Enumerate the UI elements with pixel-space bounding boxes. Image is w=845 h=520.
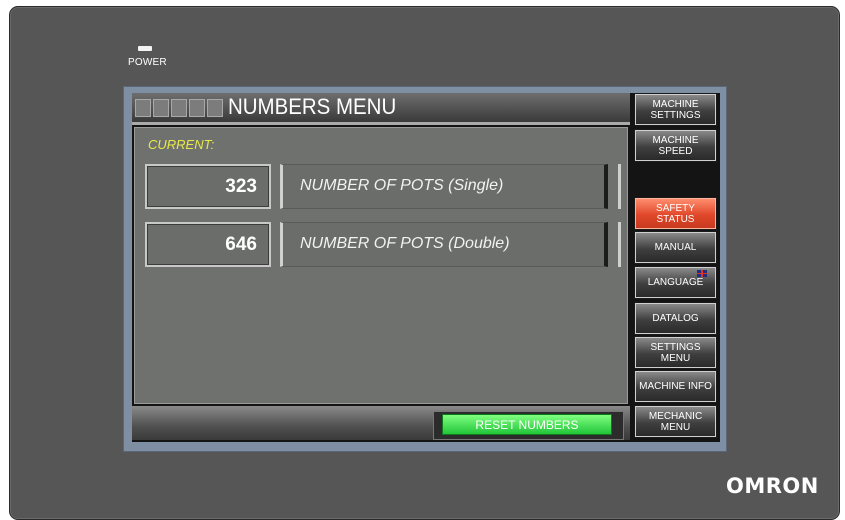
safety-status-button[interactable]: SAFETY STATUS xyxy=(634,197,717,230)
single-pots-label: NUMBER OF POTS (Single) xyxy=(300,177,504,194)
row-divider xyxy=(618,164,621,209)
reset-numbers-button[interactable]: RESET NUMBERS xyxy=(442,414,612,435)
double-pots-value: 646 xyxy=(225,234,257,255)
title-block-icon xyxy=(153,99,169,117)
power-label: POWER xyxy=(128,57,167,68)
machine-settings-button[interactable]: MACHINE SETTINGS xyxy=(634,93,717,126)
power-led-icon xyxy=(138,46,152,51)
single-pots-label-box: NUMBER OF POTS (Single) xyxy=(280,164,608,209)
title-block-icon xyxy=(189,99,205,117)
uk-flag-icon xyxy=(697,270,707,277)
mechanic-menu-button[interactable]: MECHANIC MENU xyxy=(634,405,717,438)
single-pots-value-box: 323 xyxy=(145,164,271,209)
title-divider xyxy=(132,122,630,125)
single-pots-value: 323 xyxy=(225,176,257,197)
current-label: CURRENT: xyxy=(148,137,215,152)
title-block-icon xyxy=(207,99,223,117)
title-block-icon xyxy=(171,99,187,117)
brand-logo: OMRON xyxy=(726,474,819,498)
settings-menu-button[interactable]: SETTINGS MENU xyxy=(634,336,717,369)
double-pots-value-box: 646 xyxy=(145,222,271,267)
machine-speed-button[interactable]: MACHINE SPEED xyxy=(634,129,717,162)
row-divider xyxy=(618,222,621,267)
title-block-icon xyxy=(135,99,151,117)
double-pots-label-box: NUMBER OF POTS (Double) xyxy=(280,222,608,267)
machine-info-button[interactable]: MACHINE INFO xyxy=(634,370,717,403)
double-pots-label: NUMBER OF POTS (Double) xyxy=(300,235,510,252)
manual-button[interactable]: MANUAL xyxy=(634,231,717,264)
page-title: NUMBERS MENU xyxy=(228,94,397,119)
datalog-button[interactable]: DATALOG xyxy=(634,302,717,335)
